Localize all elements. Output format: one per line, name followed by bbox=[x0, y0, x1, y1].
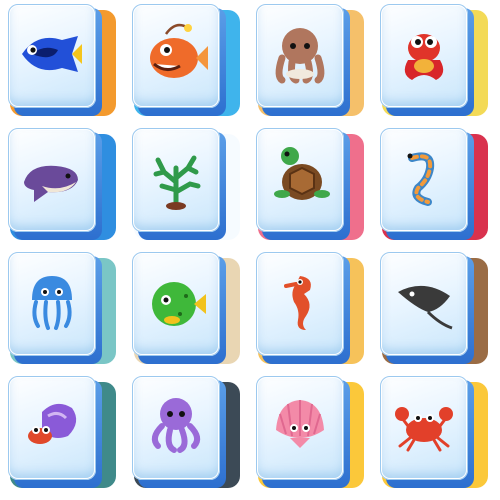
tile-stingray[interactable] bbox=[376, 252, 488, 364]
tile-pufferfish[interactable] bbox=[128, 252, 240, 364]
tile-seashell[interactable] bbox=[252, 376, 364, 488]
tile-sea-turtle[interactable] bbox=[252, 128, 364, 240]
tile-jellyfish[interactable] bbox=[4, 252, 116, 364]
tile-board bbox=[0, 0, 500, 500]
tile-anglerfish[interactable] bbox=[128, 4, 240, 116]
tile-hermit-crab[interactable] bbox=[4, 376, 116, 488]
tile-red-frogfish[interactable] bbox=[376, 4, 488, 116]
tile-blue-tang[interactable] bbox=[4, 4, 116, 116]
tile-whale[interactable] bbox=[4, 128, 116, 240]
tile-coral[interactable] bbox=[128, 128, 240, 240]
tile-brown-octopus[interactable] bbox=[252, 4, 364, 116]
tile-seahorse[interactable] bbox=[252, 252, 364, 364]
tile-crab[interactable] bbox=[376, 376, 488, 488]
tile-sea-worm[interactable] bbox=[376, 128, 488, 240]
tile-purple-octopus[interactable] bbox=[128, 376, 240, 488]
